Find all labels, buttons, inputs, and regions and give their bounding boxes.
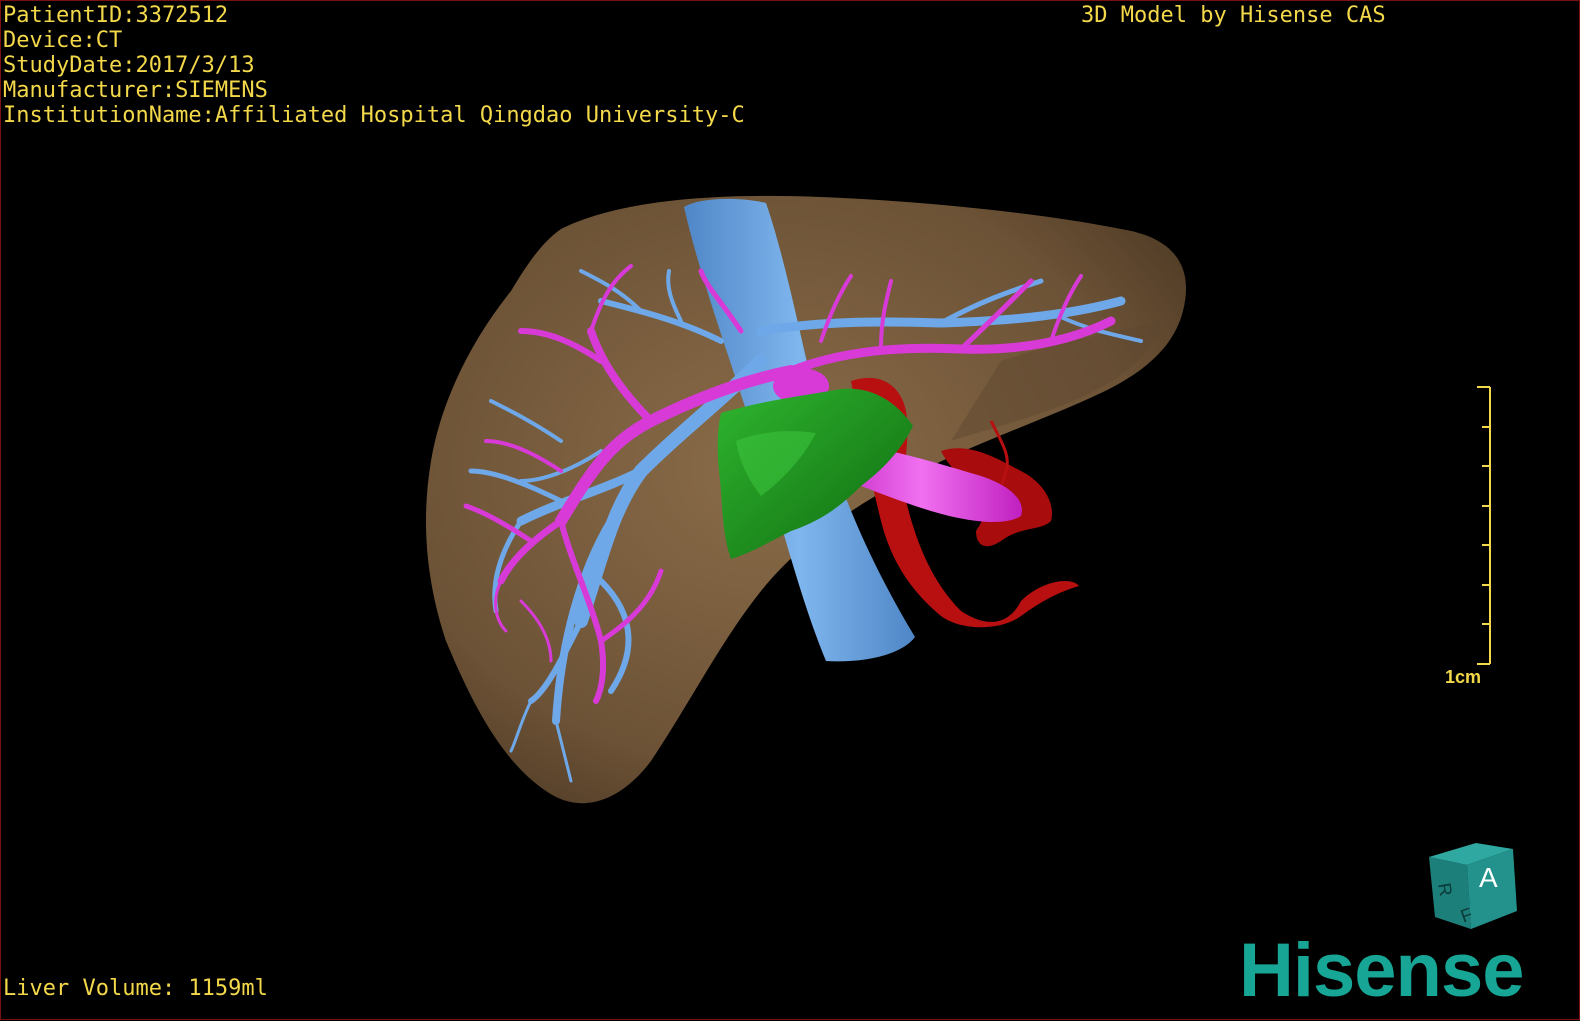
liver-3d-model[interactable] — [1, 1, 1580, 1021]
scale-bar-label: 1cm — [1445, 667, 1482, 687]
cube-label-a: A — [1479, 862, 1498, 893]
institution-text: InstitutionName:Affiliated Hospital Qing… — [3, 103, 745, 128]
orientation-cube[interactable]: A R F — [1421, 837, 1521, 937]
patient-id-text: PatientID:3372512 — [3, 3, 229, 28]
scale-bar — [1477, 386, 1491, 665]
liver-volume-text: Liver Volume: 1159ml — [3, 976, 268, 1001]
study-date-text: StudyDate:2017/3/13 — [3, 53, 255, 78]
3d-viewport[interactable]: PatientID:3372512 Device:CT StudyDate:20… — [0, 0, 1580, 1020]
manufacturer-text: Manufacturer:SIEMENS — [3, 78, 268, 103]
model-credit-text: 3D Model by Hisense CAS — [1081, 3, 1386, 28]
hisense-logo: Hisense — [1239, 928, 1524, 1013]
device-text: Device:CT — [3, 28, 123, 53]
patient-info-panel: PatientID:3372512 Device:CT StudyDate:20… — [3, 3, 745, 128]
